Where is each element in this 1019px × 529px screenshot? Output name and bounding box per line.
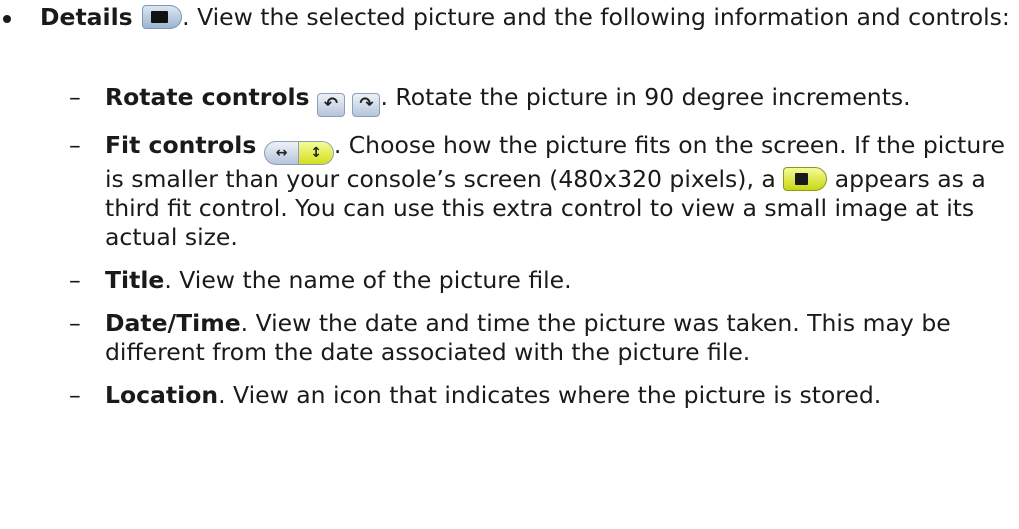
item-text: . View the name of the picture file. [164, 266, 572, 294]
dash: – [69, 83, 81, 111]
details-text: . View the selected picture and the foll… [182, 3, 1010, 31]
rotate-left-icon: ↶ [317, 93, 345, 117]
details-title: Details [40, 3, 133, 31]
details-sub-list: – Rotate controls ↶ ↷. Rotate the pictur… [0, 83, 1012, 424]
fit-height-icon: ↕ [298, 142, 333, 164]
list-item-rotate-controls: – Rotate controls ↶ ↷. Rotate the pictur… [0, 83, 1012, 117]
rotate-right-icon: ↷ [352, 93, 381, 117]
item-title: Location [105, 381, 219, 409]
item-text: . View an icon that indicates where the … [218, 381, 882, 409]
details-view-icon [142, 5, 183, 29]
fit-controls-icon-group: ↔ ↕ [263, 141, 334, 165]
item-title: Rotate controls [105, 83, 310, 111]
list-item-location: – Location. View an icon that indicates … [0, 381, 1012, 410]
dash: – [69, 381, 81, 409]
help-page: Details . View the selected picture and … [0, 0, 1019, 529]
item-title: Title [105, 266, 165, 294]
list-item-title: – Title. View the name of the picture fi… [0, 266, 1012, 295]
dash: – [69, 266, 81, 294]
item-title: Date/Time [105, 309, 241, 337]
item-title: Fit controls [105, 131, 257, 159]
bullet-dot [3, 15, 11, 23]
details-paragraph: Details . View the selected picture and … [40, 3, 1012, 32]
details-bullet: Details . View the selected picture and … [0, 3, 1012, 32]
dash: – [69, 309, 81, 337]
list-item-fit-controls: – Fit controls ↔ ↕. Choose how the pictur… [0, 131, 1012, 252]
item-text: . Rotate the picture in 90 degree increm… [380, 83, 911, 111]
dash: – [69, 131, 81, 159]
actual-size-icon [783, 167, 828, 191]
list-item-date-time: – Date/Time. View the date and time the … [0, 309, 1012, 367]
fit-width-icon: ↔ [275, 145, 288, 161]
